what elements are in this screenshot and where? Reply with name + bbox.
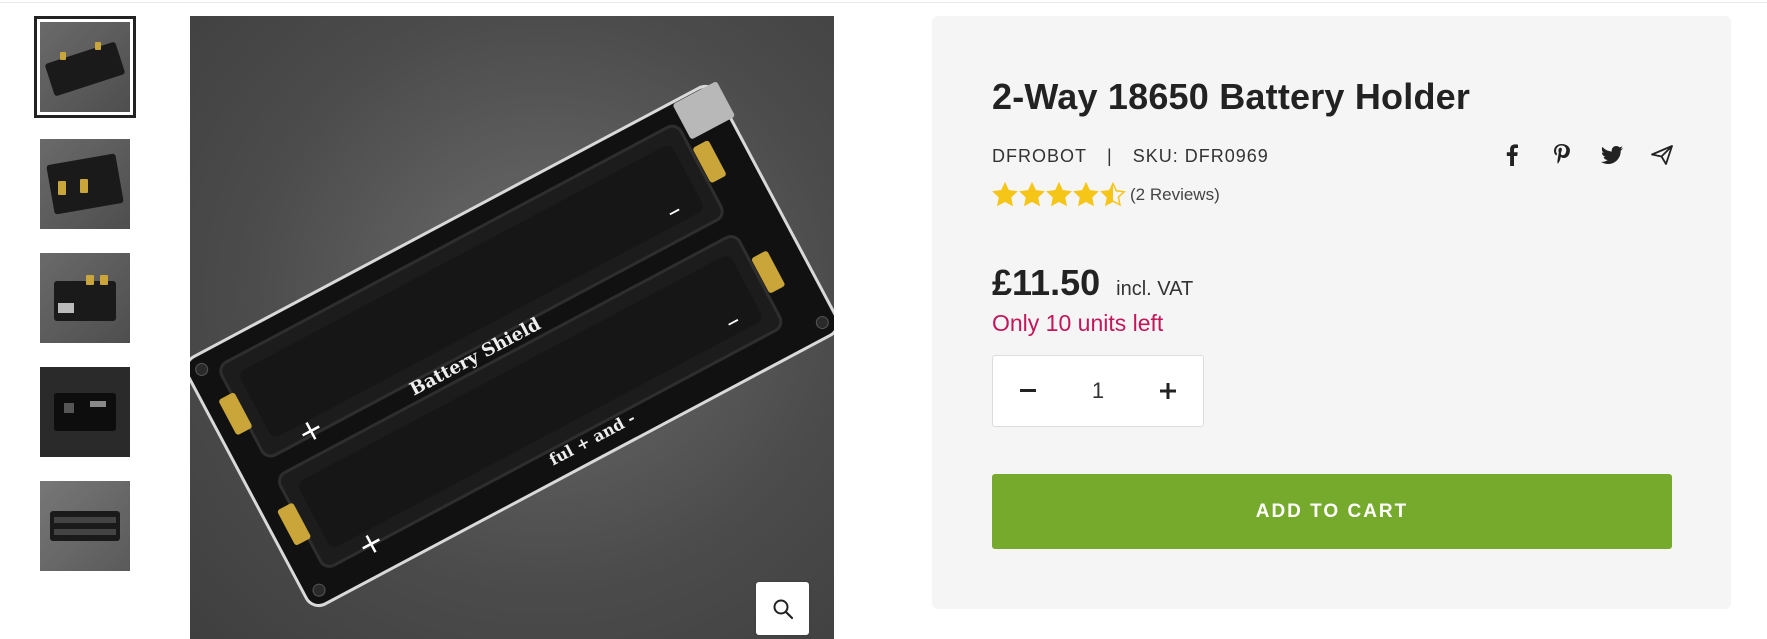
search-icon xyxy=(773,599,793,619)
increase-quantity-button[interactable] xyxy=(1133,356,1203,426)
sku-text: SKU: DFR0969 xyxy=(1132,146,1269,166)
star-icon xyxy=(1100,182,1126,207)
add-to-cart-button[interactable]: ADD TO CART xyxy=(992,474,1672,549)
product-title: 2-Way 18650 Battery Holder xyxy=(992,76,1471,117)
plus-icon xyxy=(1160,383,1176,399)
star-icon xyxy=(1073,182,1099,207)
share-icons xyxy=(1499,142,1675,168)
minus-icon xyxy=(1020,389,1036,392)
product-meta: DFROBOT | SKU: DFR0969 xyxy=(992,146,1269,167)
thumbnail-4[interactable] xyxy=(34,361,136,463)
thumbnail-image xyxy=(40,22,130,112)
decrease-quantity-button[interactable] xyxy=(993,356,1063,426)
rating-stars xyxy=(992,182,1126,208)
star-icon xyxy=(1019,182,1045,207)
send-icon[interactable] xyxy=(1649,142,1675,168)
brand-link[interactable]: DFROBOT xyxy=(992,146,1087,167)
product-rating[interactable]: (2 Reviews) xyxy=(992,182,1220,208)
review-count[interactable]: (2 Reviews) xyxy=(1130,185,1220,205)
star-icon xyxy=(1046,182,1072,207)
main-product-image[interactable]: Battery Shield ful + and - + + – – xyxy=(190,16,834,639)
battery-holder-illustration: Battery Shield ful + and - + + – – xyxy=(190,82,834,608)
thumbnail-image xyxy=(40,253,130,343)
thumbnail-2[interactable] xyxy=(34,133,136,235)
stock-status: Only 10 units left xyxy=(992,310,1164,336)
quantity-input[interactable] xyxy=(1068,377,1128,405)
zoom-button[interactable] xyxy=(756,582,809,635)
product-info-panel: 2-Way 18650 Battery Holder DFROBOT | SKU… xyxy=(932,16,1731,609)
vat-label: incl. VAT xyxy=(1116,278,1194,300)
product-price: £11.50 xyxy=(992,262,1101,303)
thumbnail-3[interactable] xyxy=(34,247,136,349)
star-icon xyxy=(992,182,1018,207)
facebook-icon[interactable] xyxy=(1499,142,1525,168)
thumbnail-image xyxy=(40,481,130,571)
thumbnail-image xyxy=(40,139,130,229)
quantity-stepper xyxy=(992,355,1204,427)
thumbnail-image xyxy=(40,367,130,457)
pinterest-icon[interactable] xyxy=(1549,142,1575,168)
thumbnail-5[interactable] xyxy=(34,475,136,577)
meta-separator: | xyxy=(1107,146,1113,166)
thumbnail-1[interactable] xyxy=(34,16,136,118)
price-row: £11.50 incl. VAT xyxy=(992,262,1193,304)
twitter-icon[interactable] xyxy=(1599,142,1625,168)
top-divider xyxy=(0,2,1767,3)
